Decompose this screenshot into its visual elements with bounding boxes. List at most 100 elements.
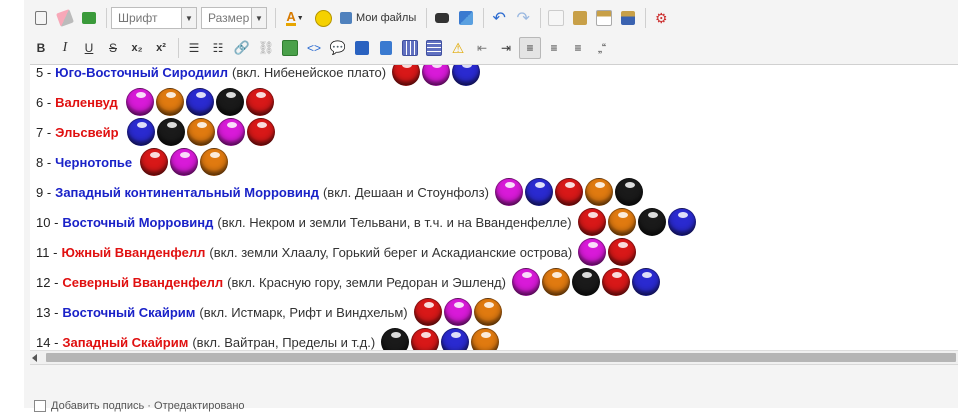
orange-ball-icon xyxy=(155,88,184,116)
unlink-icon: ⛓ xyxy=(257,40,275,55)
template-button[interactable] xyxy=(78,7,100,29)
numbered-list-button[interactable]: ☷ xyxy=(207,37,229,59)
indent-button[interactable]: ⇥ xyxy=(495,37,517,59)
region-note: (вкл. земли Хлаалу, Горький берег и Аска… xyxy=(209,244,573,260)
toolbar-separator xyxy=(540,8,542,28)
signature-checkbox-label: Добавить подпись · Отредактировано xyxy=(51,400,245,412)
comment-button[interactable]: 💬 xyxy=(327,37,349,59)
region-name: Восточный Скайрим xyxy=(62,304,196,320)
paste-word-button[interactable] xyxy=(617,7,639,29)
red-ball-icon xyxy=(392,65,421,86)
paste-icon xyxy=(573,11,588,25)
font-select[interactable]: Шрифт ▼ xyxy=(111,7,197,29)
source-button[interactable] xyxy=(30,7,52,29)
unlink-button[interactable]: ⛓ xyxy=(255,37,277,59)
outdent-icon: ⇤ xyxy=(476,41,488,55)
source-icon xyxy=(35,11,47,25)
media-button[interactable] xyxy=(351,37,373,59)
orange-ball-icon xyxy=(471,328,500,351)
settings-button[interactable]: ⚙ xyxy=(650,7,672,29)
black-ball-icon xyxy=(637,208,666,236)
copy-button[interactable] xyxy=(545,7,567,29)
horizontal-scrollbar[interactable] xyxy=(30,350,958,365)
editor-content[interactable]: 5 - Юго-Восточный Сиродиил (вкл. Нибеней… xyxy=(30,64,958,351)
footer-options: Добавить подпись · Отредактировано xyxy=(34,400,245,412)
region-name: Эльсвейр xyxy=(55,124,119,140)
redo-button[interactable]: ↷ xyxy=(512,7,534,29)
superscript-button[interactable]: x² xyxy=(150,37,172,59)
content-line: 10 - Восточный Морровинд (вкл. Некром и … xyxy=(36,207,698,237)
bullet-list-button[interactable]: ☰ xyxy=(183,37,205,59)
region-name: Валенвуд xyxy=(55,94,118,110)
files-icon xyxy=(340,12,352,24)
redo-icon: ↷ xyxy=(516,10,530,27)
orange-ball-icon xyxy=(473,298,502,326)
chevron-down-icon: ▼ xyxy=(251,8,266,28)
text-color-icon: A xyxy=(286,8,296,26)
my-files-button[interactable]: Мои файлы xyxy=(336,7,420,29)
underline-button[interactable]: U xyxy=(78,37,100,59)
scroll-left-arrow-icon[interactable] xyxy=(32,354,37,362)
content-line: 11 - Южный Вванденфелл (вкл. земли Хлаал… xyxy=(36,237,698,267)
image-icon xyxy=(282,40,298,56)
align-center-button[interactable]: ≡ xyxy=(543,37,565,59)
paste-text-button[interactable] xyxy=(593,7,615,29)
align-right-button[interactable]: ≡ xyxy=(567,37,589,59)
toolbar-separator xyxy=(645,8,647,28)
content-line: 5 - Юго-Восточный Сиродиил (вкл. Нибеней… xyxy=(36,64,698,87)
eraser-button[interactable] xyxy=(54,7,76,29)
indent-icon: ⇥ xyxy=(500,41,512,55)
binoculars-icon xyxy=(435,13,450,23)
ball-icons xyxy=(381,328,501,351)
image-button[interactable] xyxy=(279,37,301,59)
size-select[interactable]: Размер ▼ xyxy=(201,7,267,29)
my-files-label: Мои файлы xyxy=(356,12,417,24)
magenta-ball-icon xyxy=(422,65,451,86)
table-props-button[interactable] xyxy=(423,37,445,59)
ball-icons xyxy=(125,88,276,116)
document-button[interactable] xyxy=(375,37,397,59)
text-color-button[interactable]: A ▼ xyxy=(280,7,310,29)
region-note: (вкл. Нибенейское плато) xyxy=(231,64,387,80)
region-name: Северный Вванденфелл xyxy=(62,274,224,290)
region-name: Юго-Восточный Сиродиил xyxy=(55,64,228,80)
outdent-button[interactable]: ⇤ xyxy=(471,37,493,59)
undo-button[interactable]: ↶ xyxy=(488,7,510,29)
subscript-button[interactable]: x₂ xyxy=(126,37,148,59)
binoculars-button[interactable] xyxy=(431,7,453,29)
red-ball-icon xyxy=(140,148,169,176)
region-note: (вкл. Вайтран, Пределы и т.д.) xyxy=(192,334,376,350)
smiley-button[interactable] xyxy=(312,7,334,29)
strikethrough-button[interactable]: S xyxy=(102,37,124,59)
link-icon: 🔗 xyxy=(233,40,251,55)
red-ball-icon xyxy=(411,328,440,351)
blue-ball-icon xyxy=(185,88,214,116)
align-left-button[interactable]: ≡ xyxy=(519,37,541,59)
paste-button[interactable] xyxy=(569,7,591,29)
warning-button[interactable]: ⚠ xyxy=(447,37,469,59)
italic-button[interactable]: I xyxy=(54,37,76,59)
black-ball-icon xyxy=(381,328,410,351)
blue-ball-icon xyxy=(452,65,481,86)
table-button[interactable] xyxy=(399,37,421,59)
replace-button[interactable] xyxy=(455,7,477,29)
ball-icons xyxy=(140,148,230,176)
scrollbar-thumb[interactable] xyxy=(46,353,956,362)
paste-text-icon xyxy=(596,10,613,26)
magenta-ball-icon xyxy=(170,148,199,176)
content-line: 8 - Чернотопье xyxy=(36,147,698,177)
black-ball-icon xyxy=(571,268,600,296)
signature-checkbox[interactable] xyxy=(34,400,46,412)
code-button[interactable]: <> xyxy=(303,37,325,59)
content-line: 9 - Западный континентальный Морровинд (… xyxy=(36,177,698,207)
quotes-button[interactable]: „“ xyxy=(591,37,613,59)
link-button[interactable]: 🔗 xyxy=(231,37,253,59)
ball-icons xyxy=(578,238,638,266)
gear-icon: ⚙ xyxy=(654,9,668,26)
content-lines: 5 - Юго-Восточный Сиродиил (вкл. Нибеней… xyxy=(36,64,698,351)
bold-button[interactable]: B xyxy=(30,37,52,59)
ball-icons xyxy=(577,208,698,236)
line-number: 10 - xyxy=(36,214,59,230)
red-ball-icon xyxy=(245,88,274,116)
smiley-icon xyxy=(314,9,332,27)
